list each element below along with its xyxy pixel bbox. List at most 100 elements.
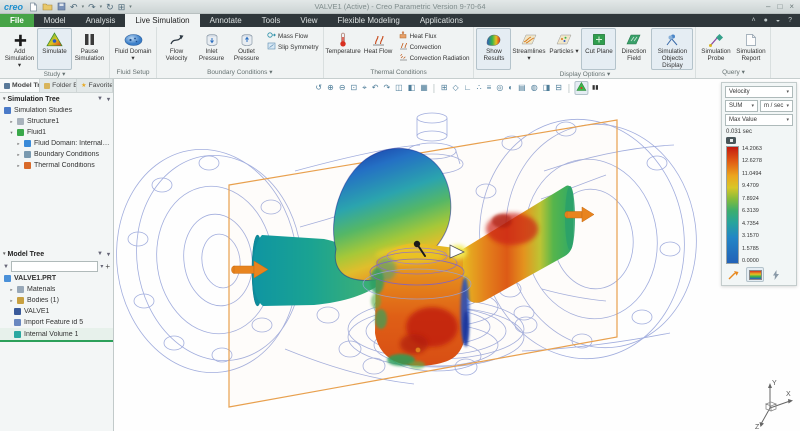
tree-filter-icon[interactable]: ▼: [97, 96, 103, 102]
legend-animate-button[interactable]: [767, 267, 785, 282]
navigator-tab-favorites[interactable]: ★ Favorite...: [77, 79, 113, 92]
redo-caret-icon[interactable]: ▾: [100, 4, 103, 10]
saved-orientations-icon[interactable]: ◧: [407, 83, 417, 93]
tab-model[interactable]: Model: [34, 14, 76, 27]
redo-button[interactable]: ↷: [88, 1, 96, 12]
result-quantity-select[interactable]: Velocity: [725, 86, 793, 98]
open-file-button[interactable]: [42, 1, 53, 12]
heat-flow-button[interactable]: Heat Flow: [361, 28, 396, 69]
datum-display-icon[interactable]: ⊞: [440, 83, 449, 93]
aggregation-select[interactable]: SUM: [725, 100, 758, 112]
simulate-button[interactable]: Simulate: [37, 28, 72, 70]
previous-view-icon[interactable]: ↶: [371, 83, 380, 93]
fluid-domain-button[interactable]: Fluid Domain ▾: [112, 28, 154, 69]
monitor-point[interactable]: [416, 348, 421, 353]
simulation-objects-display-button[interactable]: Simulation Objects Display: [651, 28, 693, 70]
tab-view[interactable]: View: [290, 14, 327, 27]
flow-velocity-button[interactable]: Flow Velocity: [159, 28, 194, 68]
tab-file[interactable]: File: [0, 14, 34, 27]
point-display-icon[interactable]: ∴: [476, 83, 483, 93]
customize-qat-caret-icon[interactable]: ▾: [129, 4, 132, 10]
expander-icon[interactable]: ▾: [9, 130, 14, 136]
axis-display-icon[interactable]: ∟: [463, 83, 473, 93]
shade-mode-icon[interactable]: ◐: [507, 83, 514, 93]
navigator-tab-model-tree[interactable]: Model Tree: [0, 79, 40, 92]
close-button[interactable]: ×: [789, 2, 794, 11]
display-style-icon[interactable]: ◫: [394, 83, 404, 93]
simulation-probe-button[interactable]: Simulation Probe: [698, 28, 733, 68]
search-caret-icon[interactable]: ▾: [100, 263, 103, 270]
save-button[interactable]: [57, 1, 66, 12]
mass-flow-button[interactable]: Mass Flow: [267, 31, 319, 41]
model-tree-item-selected[interactable]: Internal Volume 1: [0, 328, 113, 342]
restore-button[interactable]: □: [777, 2, 782, 11]
expander-icon[interactable]: ▸: [9, 287, 14, 293]
zoom-out-icon[interactable]: ⊖: [338, 83, 347, 93]
legend-probe-button[interactable]: [725, 267, 743, 282]
collapse-ribbon-icon[interactable]: ˄: [752, 17, 756, 24]
model-tree-item[interactable]: ▸ Bodies (1): [0, 295, 113, 306]
annotations-icon[interactable]: ▤: [517, 83, 527, 93]
temperature-button[interactable]: Temperature: [326, 28, 361, 69]
capture-button[interactable]: [726, 137, 736, 144]
regenerate-button[interactable]: ↻: [106, 1, 114, 12]
simulation-tree-item[interactable]: ▸ Thermal Conditions: [0, 160, 113, 171]
undo-button[interactable]: ↶: [70, 1, 78, 12]
tab-tools[interactable]: Tools: [252, 14, 291, 27]
simulation-display-icon[interactable]: ⊟: [554, 83, 563, 93]
csys-display-icon[interactable]: ≡: [486, 83, 493, 93]
simulation-report-button[interactable]: Simulation Report: [733, 28, 768, 68]
section-icon[interactable]: ◨: [542, 83, 552, 93]
slip-symmetry-button[interactable]: Slip Symmetry: [267, 42, 319, 52]
display-mode-select[interactable]: Max Value: [725, 114, 793, 126]
expander-icon[interactable]: ▸: [16, 152, 21, 158]
simulation-tree-item[interactable]: ▸ Boundary Conditions: [0, 149, 113, 160]
expander-icon[interactable]: ▸: [9, 298, 14, 304]
outlet-pressure-button[interactable]: Outlet Pressure: [229, 28, 264, 68]
tree-settings-icon[interactable]: ▾: [107, 251, 110, 258]
model-tree-item[interactable]: ▸ Materials: [0, 284, 113, 295]
heat-flux-button[interactable]: Heat Flux: [399, 31, 470, 41]
direction-field-button[interactable]: Direction Field: [616, 28, 651, 70]
units-select[interactable]: m / sec: [760, 100, 793, 112]
tab-live-simulation[interactable]: Live Simulation: [125, 14, 199, 27]
navigator-tab-folder-browser[interactable]: Folder B...: [40, 79, 77, 92]
search-add-icon[interactable]: +: [105, 262, 110, 271]
tab-annotate[interactable]: Annotate: [200, 14, 252, 27]
next-view-icon[interactable]: ↷: [382, 83, 391, 93]
tab-applications[interactable]: Applications: [410, 14, 473, 27]
new-file-button[interactable]: [29, 1, 38, 12]
undo-caret-icon[interactable]: ▾: [82, 4, 85, 10]
pause-mini-button[interactable]: ▮▮: [591, 83, 600, 93]
pause-simulation-button[interactable]: Pause Simulation: [72, 28, 107, 70]
zoom-in-icon[interactable]: ⊕: [326, 83, 335, 93]
flow-direction-marker[interactable]: [449, 245, 467, 259]
group-label-boundary-conditions[interactable]: Boundary Conditions ▾: [159, 68, 321, 78]
legend-colorbar-button[interactable]: [746, 267, 764, 282]
cut-plane-button[interactable]: Cut Plane: [581, 28, 616, 70]
model-tree-item[interactable]: Import Feature id 5: [0, 317, 113, 328]
tab-analysis[interactable]: Analysis: [76, 14, 126, 27]
model-tree-search-input[interactable]: [11, 261, 98, 272]
expander-icon[interactable]: ▸: [16, 163, 21, 169]
window-switch-button[interactable]: ⊞: [118, 1, 126, 12]
3d-viewport[interactable]: ↺ ⊕ ⊖ ⊡ ⌖ ↶ ↷ ◫ ◧ ▦ ⊞ ◇ ∟ ∴ ≡ ◎ ◐ ▤ ◍ ◨: [114, 79, 800, 431]
simulation-tree-item[interactable]: ▾ Fluid1: [0, 127, 113, 138]
tree-filter-icon[interactable]: ▼: [97, 251, 103, 257]
inlet-pressure-button[interactable]: Inlet Pressure: [194, 28, 229, 68]
simulate-mini-button[interactable]: [574, 81, 588, 95]
streamlines-button[interactable]: Streamlines ▾: [511, 28, 546, 70]
convection-button[interactable]: Convection: [399, 42, 470, 52]
expander-icon[interactable]: ▸: [9, 119, 14, 125]
search-filter-icon[interactable]: ▼: [3, 264, 9, 270]
connect-icon[interactable]: ◒: [776, 17, 780, 24]
simulation-tree-item[interactable]: Simulation Studies: [0, 105, 113, 116]
collapse-section-icon[interactable]: ▾: [3, 96, 6, 102]
zoom-fit-icon[interactable]: ⊡: [350, 83, 359, 93]
tree-settings-icon[interactable]: ▾: [107, 96, 110, 103]
simulation-tree-item[interactable]: ▸ Fluid Domain: Internal_Volume_1: [0, 138, 113, 149]
convection-radiation-button[interactable]: Convection Radiation: [399, 53, 470, 63]
view-manager-icon[interactable]: ▦: [419, 83, 429, 93]
particles-button[interactable]: Particles ▾: [546, 28, 581, 70]
minimize-button[interactable]: –: [766, 2, 770, 11]
